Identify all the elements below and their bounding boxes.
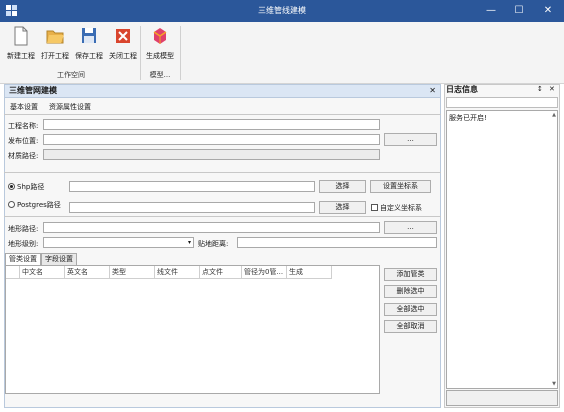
log-title: 日志信息 [446, 85, 478, 94]
close-project-button[interactable]: 关闭工程 [106, 26, 140, 61]
divider [4, 216, 441, 217]
divider [4, 172, 441, 173]
close-project-label: 关闭工程 [109, 52, 137, 60]
close-project-icon [116, 29, 130, 43]
new-file-icon [14, 26, 28, 46]
generate-model-icon [153, 28, 167, 44]
column-header[interactable]: 点文件 [200, 266, 242, 279]
add-pipe-button[interactable]: 添加管类 [384, 268, 437, 281]
terrain-path-label: 地形路径: [8, 225, 39, 233]
open-folder-icon [46, 30, 64, 44]
scroll-up-icon[interactable]: ▲ [552, 112, 556, 118]
panel-header: 三维管网建模 ✕ [4, 84, 441, 98]
postgres-label: Postgres路径 [17, 201, 61, 209]
project-name-input[interactable] [43, 119, 380, 130]
minimize-button[interactable]: — [484, 4, 498, 18]
scroll-down-icon[interactable]: ▼ [552, 381, 556, 387]
maximize-button[interactable]: ☐ [512, 4, 526, 18]
column-header[interactable]: 生成 [287, 266, 332, 279]
log-scrollbar[interactable] [446, 390, 558, 406]
window-title: 三维管线建模 [258, 6, 306, 15]
set-coords-button[interactable]: 设置坐标系 [370, 180, 431, 193]
pin-icon[interactable]: ↕ [537, 85, 543, 93]
close-window-button[interactable]: ✕ [541, 4, 555, 18]
group-model: 模型... [149, 71, 171, 79]
save-project-button[interactable]: 保存工程 [72, 26, 106, 61]
pipe-table: 中文名 英文名 类型 线文件 点文件 管径为0管... 生成 [5, 265, 380, 394]
generate-model-label: 生成模型 [146, 52, 174, 60]
open-project-button[interactable]: 打开工程 [38, 26, 72, 61]
shp-select-button[interactable]: 选择 [319, 180, 366, 193]
save-project-label: 保存工程 [75, 52, 103, 60]
divider [4, 114, 441, 115]
log-toolbar [446, 97, 558, 108]
custom-coords-label: 自定义坐标系 [380, 204, 422, 212]
table-corner [6, 266, 20, 279]
publish-location-label: 发布位置: [8, 137, 39, 145]
ribbon-separator [180, 26, 181, 80]
terrain-path-input[interactable] [43, 222, 380, 233]
postgres-path-input[interactable] [69, 202, 315, 213]
deselect-all-button[interactable]: 全部取消 [384, 320, 437, 333]
save-icon [82, 28, 96, 43]
log-list: 服务已开启! ▲ ▼ [446, 110, 558, 389]
new-project-button[interactable]: 新建工程 [4, 26, 38, 61]
shp-path-input[interactable] [69, 181, 315, 192]
ground-distance-input[interactable] [237, 237, 437, 248]
panel-title: 三维管网建模 [9, 86, 57, 95]
ground-distance-label: 贴地距离: [198, 240, 229, 248]
new-project-label: 新建工程 [7, 52, 35, 60]
generate-model-button[interactable]: 生成模型 [143, 26, 177, 61]
project-name-label: 工程名称: [8, 122, 39, 130]
panel-close-icon[interactable]: ✕ [429, 85, 436, 97]
shp-label: Shp路径 [17, 183, 45, 191]
title-bar: 三维管线建模 — ☐ ✕ [0, 0, 564, 22]
publish-browse-button[interactable]: ... [384, 133, 437, 146]
column-header[interactable]: 中文名 [20, 266, 65, 279]
subtab-resource[interactable]: 资源属性设置 [49, 102, 91, 112]
column-header[interactable]: 管径为0管... [242, 266, 287, 279]
log-close-icon[interactable]: ✕ [549, 85, 555, 93]
postgres-select-button[interactable]: 选择 [319, 201, 366, 214]
custom-coords-checkbox[interactable] [371, 204, 378, 211]
terrain-level-select[interactable]: ▾ [43, 237, 194, 248]
ribbon-separator [140, 26, 141, 80]
publish-location-input[interactable] [43, 134, 380, 145]
ribbon: 新建工程 打开工程 保存工程 关闭工程 生成模型 工作空间 模型... [0, 22, 564, 84]
tab-pipe-settings[interactable]: 管类设置 [5, 253, 41, 265]
delete-selected-button[interactable]: 删除选中 [384, 285, 437, 298]
chevron-down-icon: ▾ [187, 239, 191, 246]
tab-field-settings[interactable]: 字段设置 [41, 253, 77, 265]
postgres-radio[interactable] [8, 201, 15, 208]
column-header[interactable]: 英文名 [65, 266, 110, 279]
column-header[interactable]: 线文件 [155, 266, 200, 279]
group-workspace: 工作空间 [57, 71, 85, 79]
terrain-browse-button[interactable]: ... [384, 221, 437, 234]
open-project-label: 打开工程 [41, 52, 69, 60]
terrain-level-label: 地形级别: [8, 240, 39, 248]
shp-radio[interactable] [8, 183, 15, 190]
column-header[interactable]: 类型 [110, 266, 155, 279]
material-path-label: 材质路径: [8, 152, 39, 160]
subtab-basic[interactable]: 基本设置 [10, 102, 38, 112]
material-path-input [43, 149, 380, 160]
log-entry: 服务已开启! [449, 114, 487, 122]
select-all-button[interactable]: 全部选中 [384, 303, 437, 316]
